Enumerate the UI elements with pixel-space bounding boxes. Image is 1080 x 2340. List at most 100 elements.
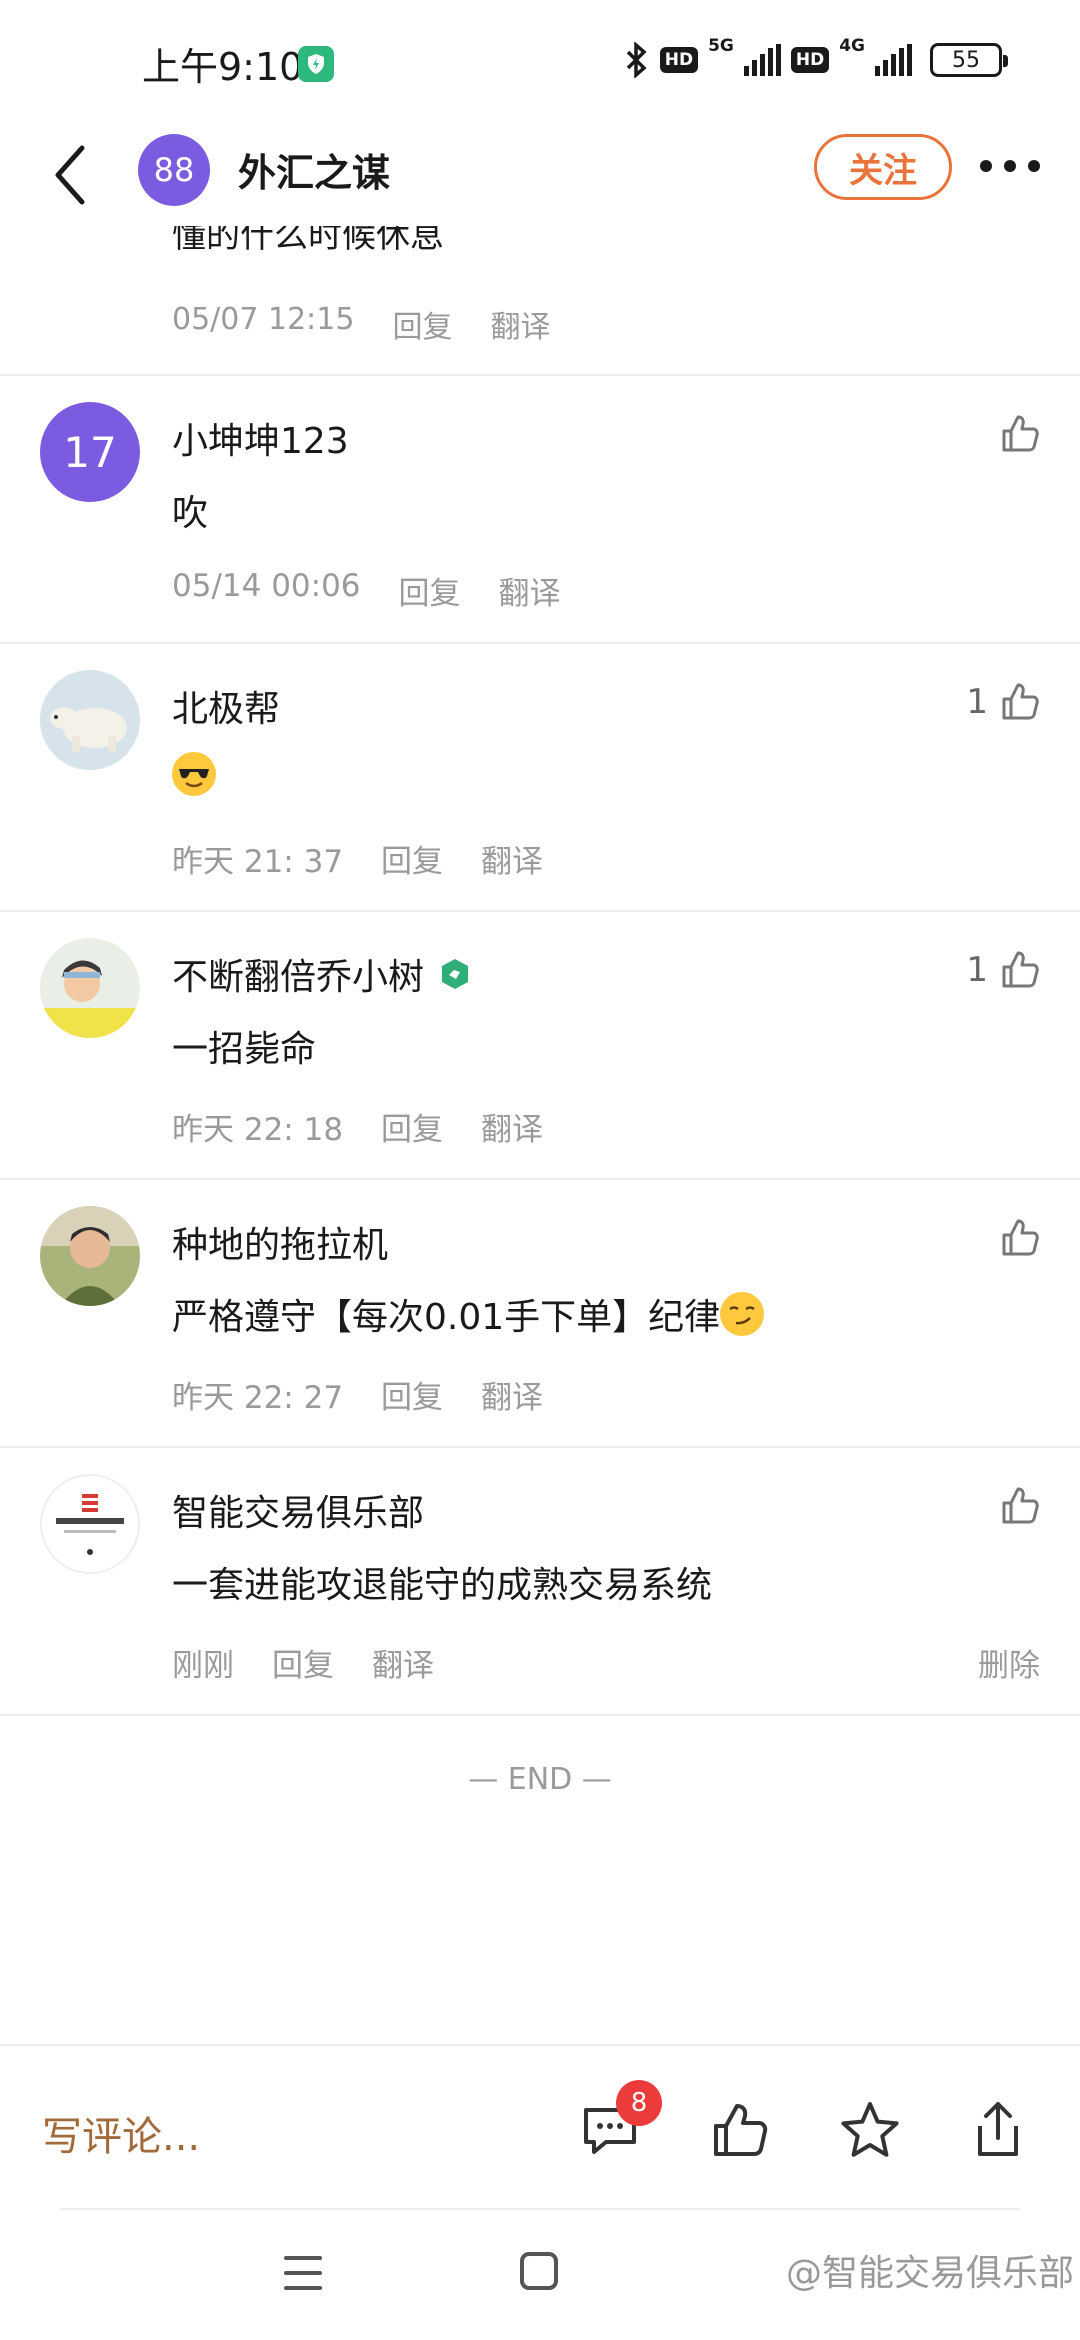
- hd-badge: HD: [790, 47, 830, 73]
- comment-text: 懂的什么时候休息: [172, 226, 444, 256]
- hd-badge: HD: [659, 47, 699, 73]
- comment-time: 昨天 22: 18: [172, 1112, 344, 1148]
- comment-item: 17 小坤坤123 吹 05/14 00:06 回复 翻译: [0, 376, 1080, 644]
- watermark: @智能交易俱乐部: [786, 2244, 1074, 2296]
- reply-button[interactable]: 回复: [381, 836, 443, 881]
- system-nav-bar: @智能交易俱乐部: [0, 2216, 1080, 2340]
- translate-button[interactable]: 翻译: [372, 1640, 434, 1685]
- back-arrow-icon[interactable]: [44, 140, 104, 210]
- user-avatar[interactable]: [40, 1206, 140, 1306]
- header: 88 外汇之谋 关注: [0, 126, 1080, 226]
- comment-text: [172, 752, 216, 796]
- share-icon[interactable]: [966, 2098, 1030, 2162]
- comment-username[interactable]: 北极帮: [172, 680, 280, 732]
- thumbs-up-icon: [1002, 415, 1039, 452]
- comment-text-content: 严格遵守【每次0.01手下单】纪律: [172, 1297, 721, 1338]
- username-text: 不断翻倍乔小树: [172, 957, 425, 998]
- comment-meta: 昨天 21: 37 回复 翻译: [172, 836, 543, 881]
- translate-button[interactable]: 翻译: [481, 1104, 543, 1149]
- reply-button[interactable]: 回复: [399, 568, 461, 613]
- thumbs-up-icon: [1002, 683, 1039, 720]
- comment-time: 05/14 00:06: [172, 568, 361, 604]
- delete-button[interactable]: 删除: [978, 1640, 1040, 1685]
- comment-username[interactable]: 不断翻倍乔小树: [172, 948, 472, 1000]
- username-text: 种地的拖拉机: [172, 1225, 389, 1266]
- comment-count-badge: 8: [616, 2080, 662, 2126]
- translate-button[interactable]: 翻译: [481, 836, 543, 881]
- username-text: 智能交易俱乐部: [172, 1493, 425, 1534]
- avatar-text: 17: [63, 427, 117, 477]
- status-indicators: HD 5G HD 4G 55: [622, 36, 1008, 78]
- signal-icon: [875, 44, 912, 76]
- comment-meta: 昨天 22: 18 回复 翻译: [172, 1104, 543, 1149]
- comment-item: 不断翻倍乔小树 一招毙命 昨天 22: 18 回复 翻译 1: [0, 912, 1080, 1180]
- network-type: 5G: [708, 36, 734, 56]
- reply-button[interactable]: 回复: [392, 302, 452, 346]
- comment-item: 种地的拖拉机 严格遵守【每次0.01手下单】纪律 昨天 22: 27 回复 翻译: [0, 1180, 1080, 1448]
- write-comment-input[interactable]: 写评论...: [42, 2104, 200, 2162]
- comment-username[interactable]: 种地的拖拉机: [172, 1216, 388, 1268]
- more-options-icon[interactable]: [980, 156, 1040, 176]
- author-name[interactable]: 外汇之谋: [238, 142, 390, 197]
- username-text: 小坤坤123: [172, 421, 349, 462]
- like-button[interactable]: [988, 1216, 1042, 1260]
- like-count: 1: [966, 682, 988, 722]
- comment-text: 严格遵守【每次0.01手下单】纪律: [172, 1288, 765, 1340]
- shield-icon: [298, 46, 334, 82]
- reply-button[interactable]: 回复: [272, 1640, 334, 1685]
- reply-button[interactable]: 回复: [381, 1372, 443, 1417]
- comment-time: 昨天 22: 27: [172, 1380, 344, 1416]
- comment-meta: 05/07 12:15 回复 翻译: [172, 302, 550, 346]
- verified-badge-icon: [442, 959, 469, 989]
- comment-item: 智能交易俱乐部 一套进能攻退能守的成熟交易系统 刚刚 回复 翻译 删除: [0, 1448, 1080, 1716]
- bottom-action-bar: 写评论... 8: [0, 2044, 1080, 2216]
- username-text: 北极帮: [172, 689, 281, 730]
- comment-username[interactable]: 智能交易俱乐部: [172, 1484, 424, 1536]
- translate-button[interactable]: 翻译: [490, 302, 550, 346]
- comment-time: 刚刚: [172, 1648, 234, 1684]
- status-time: 上午9:10: [142, 45, 304, 89]
- translate-button[interactable]: 翻译: [499, 568, 561, 613]
- menu-icon[interactable]: [284, 2256, 322, 2290]
- home-icon[interactable]: [520, 2252, 558, 2290]
- star-icon[interactable]: [838, 2098, 902, 2162]
- network-type: 4G: [839, 36, 865, 56]
- battery-level: 55: [952, 47, 980, 73]
- like-button[interactable]: 1: [966, 948, 1042, 992]
- reply-button[interactable]: 回复: [381, 1104, 443, 1149]
- like-count: 1: [966, 950, 988, 990]
- like-button[interactable]: 1: [966, 680, 1042, 724]
- user-avatar[interactable]: 17: [40, 402, 140, 502]
- user-avatar[interactable]: [40, 938, 140, 1038]
- thumbs-up-icon: [1002, 951, 1039, 988]
- comment-username[interactable]: 小坤坤123: [172, 412, 349, 464]
- thumbs-up-icon[interactable]: [708, 2098, 772, 2162]
- like-button[interactable]: [988, 412, 1042, 456]
- translate-button[interactable]: 翻译: [481, 1372, 543, 1417]
- divider: [60, 2208, 1020, 2210]
- author-avatar[interactable]: 88: [138, 134, 210, 206]
- thumbs-up-icon: [1002, 1219, 1039, 1256]
- comment-text: 吹: [172, 493, 209, 534]
- comment-meta: 昨天 22: 27 回复 翻译: [172, 1372, 543, 1417]
- user-avatar[interactable]: [40, 670, 140, 770]
- avatar-text: 88: [153, 151, 195, 189]
- comment-time: 昨天 21: 37: [172, 844, 344, 880]
- like-button[interactable]: [988, 1484, 1042, 1528]
- status-bar: 上午9:10 HD 5G HD 4G 55: [0, 0, 1080, 126]
- battery-icon: 55: [930, 43, 1008, 77]
- comment-item: 懂的什么时候休息 05/07 12:15 回复 翻译: [0, 226, 1080, 376]
- comment-time: 05/07 12:15: [172, 302, 355, 337]
- follow-button[interactable]: 关注: [814, 134, 952, 200]
- smirk-emoji-icon: [720, 1292, 765, 1336]
- sunglasses-emoji-icon: [172, 752, 216, 796]
- end-marker: — END —: [468, 1762, 612, 1797]
- comment-text: 一套进能攻退能守的成熟交易系统: [172, 1565, 713, 1606]
- comment-text: 一招毙命: [172, 1029, 317, 1070]
- comment-item: 北极帮 昨天 21: 37 回复 翻译 1: [0, 644, 1080, 912]
- comment-meta: 刚刚 回复 翻译: [172, 1640, 434, 1685]
- bluetooth-icon: [626, 42, 647, 78]
- user-avatar[interactable]: [40, 1474, 140, 1574]
- thumbs-up-icon: [1002, 1487, 1039, 1524]
- watermark-text: @智能交易俱乐部: [785, 2253, 1074, 2294]
